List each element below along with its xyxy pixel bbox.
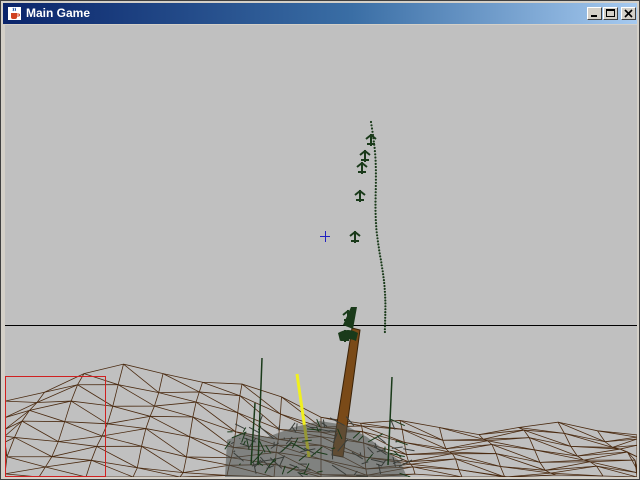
- trail-dot: [374, 162, 377, 165]
- trail-dot: [382, 276, 385, 279]
- trail-dot: [375, 231, 378, 234]
- trail-dot: [374, 159, 377, 162]
- trail-dot: [384, 299, 387, 302]
- game-scene[interactable]: [5, 25, 637, 477]
- trail-dot: [380, 264, 383, 267]
- trail-dot: [384, 322, 387, 325]
- trail-dot: [377, 243, 380, 246]
- trail-dot: [374, 165, 377, 169]
- trail-dot: [374, 209, 377, 212]
- trail-dot: [384, 308, 387, 311]
- trail-dot: [370, 124, 373, 127]
- terrain-diagonal: [442, 439, 488, 442]
- minimize-button[interactable]: [587, 7, 602, 20]
- trail-dot: [379, 255, 382, 258]
- trail-dot: [383, 287, 386, 290]
- minimize-icon: [591, 15, 597, 17]
- trail-dot: [384, 293, 387, 296]
- maximize-icon: [606, 9, 615, 17]
- trail-dot: [374, 175, 377, 178]
- trail-dot: [374, 222, 378, 225]
- trail-dot: [373, 150, 376, 153]
- trail-dot: [371, 130, 374, 133]
- game-window: Main Game: [0, 0, 640, 480]
- window-title: Main Game: [26, 6, 91, 20]
- close-button[interactable]: [621, 7, 636, 20]
- trail-dot: [382, 279, 385, 282]
- trail-dot: [384, 302, 387, 305]
- trail-dot: [384, 305, 387, 308]
- trail-dot: [376, 237, 379, 240]
- trail-dot: [374, 203, 377, 206]
- wreck-strut: [329, 430, 337, 432]
- trail-dot: [384, 319, 387, 322]
- trail-dot: [376, 240, 379, 243]
- trail-dot: [374, 178, 377, 181]
- trail-dot: [378, 249, 381, 252]
- title-bar[interactable]: Main Game: [3, 3, 637, 24]
- trail-dot: [374, 181, 377, 184]
- trail-dot: [383, 290, 386, 293]
- trail-dot: [374, 219, 377, 222]
- trail-dot: [373, 146, 376, 149]
- trail-dot: [383, 325, 387, 328]
- trail-dot: [383, 284, 386, 288]
- trail-dot: [372, 140, 375, 143]
- trail-dot: [374, 156, 377, 159]
- trail-dot: [377, 246, 380, 249]
- sky: [5, 25, 637, 477]
- trail-dot: [369, 120, 373, 124]
- trail-dot: [374, 197, 377, 200]
- trail-dot: [375, 225, 378, 228]
- trail-dot: [384, 316, 387, 319]
- trail-dot: [384, 311, 387, 314]
- maximize-button[interactable]: [603, 7, 618, 20]
- trail-dot: [374, 215, 377, 219]
- trail-dot: [381, 270, 384, 273]
- trail-dot: [374, 184, 377, 188]
- trail-dot: [380, 261, 383, 264]
- trail-dot: [374, 191, 377, 194]
- trail-dot: [374, 153, 377, 156]
- trail-dot: [376, 234, 379, 237]
- trail-dot: [374, 169, 377, 172]
- trail-dot: [382, 273, 385, 276]
- game-viewport[interactable]: [5, 25, 637, 477]
- trail-dot: [379, 258, 382, 261]
- trail-dot: [374, 172, 377, 175]
- trail-dot: [370, 127, 374, 130]
- trail-dot: [383, 328, 386, 331]
- trail-dot: [374, 194, 377, 197]
- wreck-strut: [283, 437, 286, 440]
- trail-dot: [378, 252, 381, 255]
- wreck-strut: [356, 475, 368, 477]
- trail-dot: [384, 296, 387, 299]
- trail-dot: [383, 330, 386, 334]
- trail-dot: [381, 267, 384, 270]
- trail-dot: [374, 200, 377, 203]
- trail-dot: [374, 206, 377, 209]
- wreck-strut: [296, 423, 298, 430]
- java-cup-icon: [8, 7, 21, 20]
- trail-dot: [374, 212, 377, 215]
- trail-dot: [375, 228, 378, 231]
- trail-dot: [384, 313, 387, 316]
- close-icon: [624, 9, 633, 18]
- trail-dot: [383, 281, 386, 285]
- trail-dot: [374, 188, 377, 191]
